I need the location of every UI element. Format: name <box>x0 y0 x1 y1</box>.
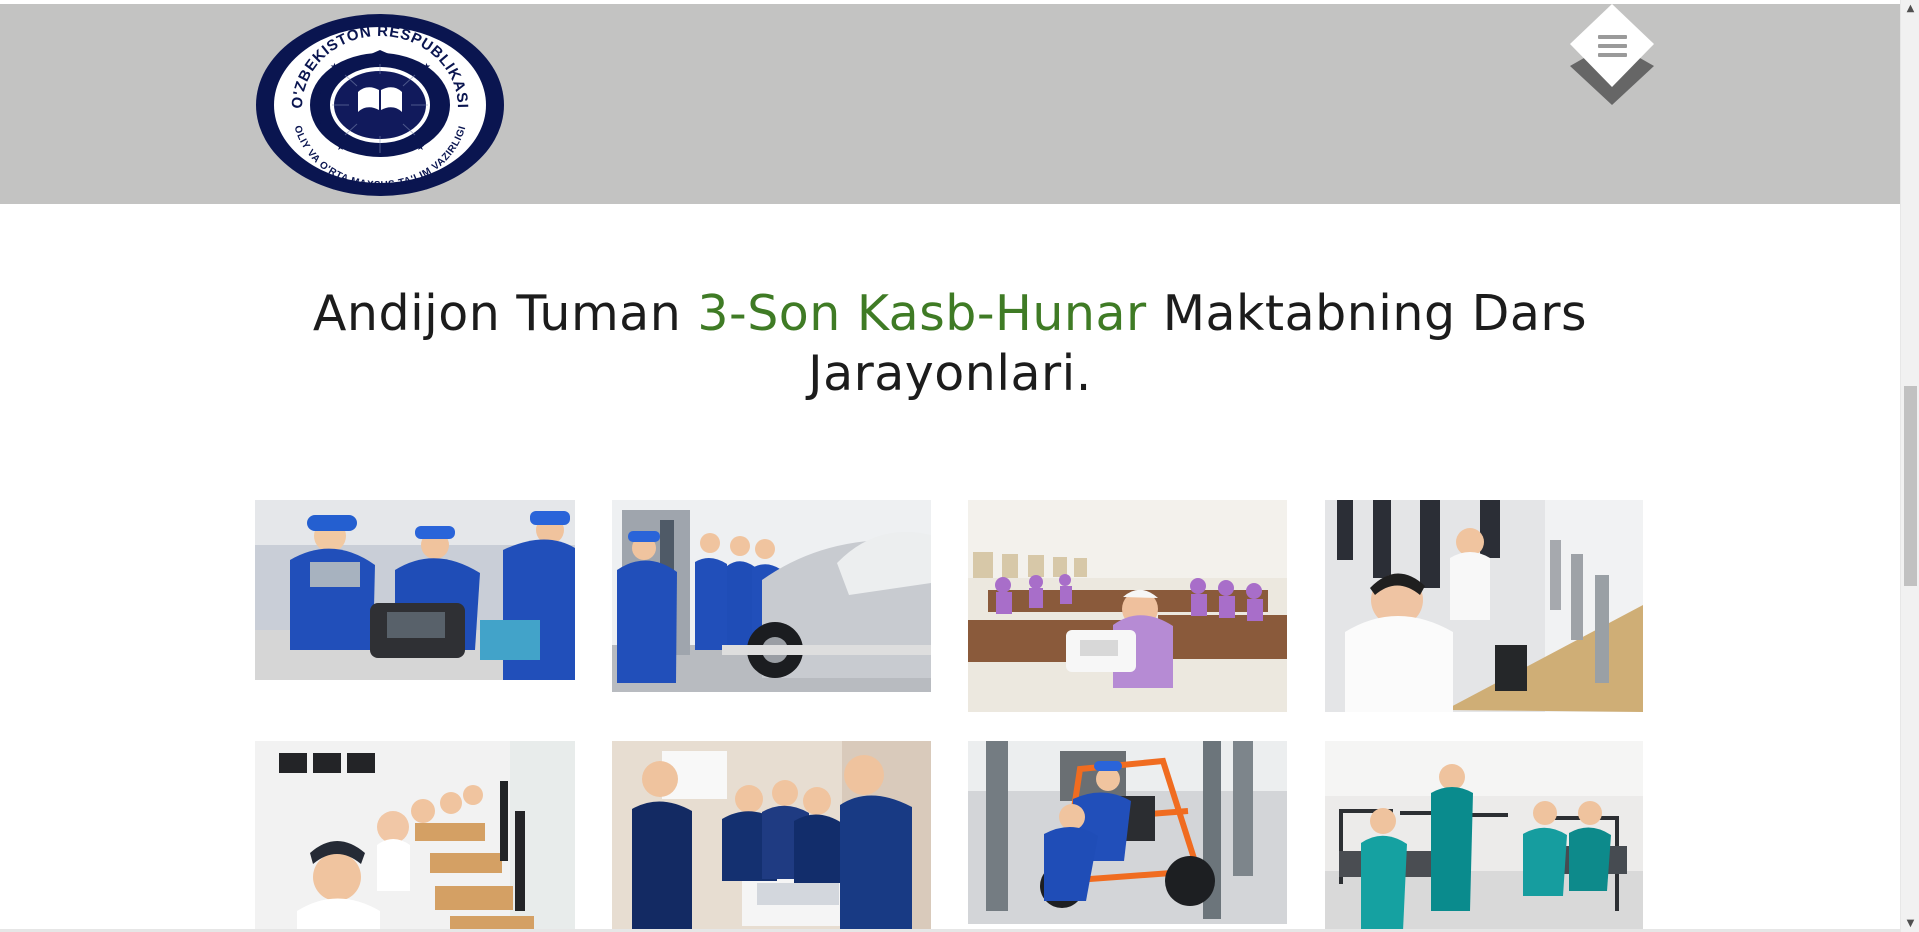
gallery-photo-auto-mechanics[interactable] <box>255 500 575 680</box>
go-kart-photo-icon <box>968 741 1287 924</box>
ministry-emblem: O'ZBEKISTON RESPUBLIKASI OLIY VA O'RTA M… <box>256 14 504 196</box>
scrollbar-thumb[interactable] <box>1904 386 1917 586</box>
computer-lab-photo-icon <box>1325 500 1643 712</box>
gallery-photo-car-inspection[interactable] <box>612 500 931 692</box>
svg-text:★: ★ <box>314 86 323 97</box>
ministry-logo[interactable]: O'ZBEKISTON RESPUBLIKASI OLIY VA O'RTA M… <box>254 12 506 198</box>
gallery-photo-sewing-class[interactable] <box>968 500 1287 712</box>
photo-gallery <box>0 204 1900 932</box>
sewing-photo-icon <box>968 500 1287 712</box>
hamburger-menu-icon <box>1598 35 1627 57</box>
scroll-up-arrow-icon[interactable]: ▲ <box>1901 0 1919 17</box>
menu-toggle-button[interactable] <box>1566 4 1658 108</box>
vertical-scrollbar[interactable]: ▲ ▼ <box>1900 0 1919 932</box>
laboratory-photo-icon <box>1325 741 1643 932</box>
electronics-photo-icon <box>612 741 931 932</box>
scroll-down-arrow-icon[interactable]: ▼ <box>1901 915 1919 932</box>
workshop-photo-icon <box>255 500 575 680</box>
svg-text:★: ★ <box>330 62 339 73</box>
svg-text:★: ★ <box>438 86 447 97</box>
page: O'ZBEKISTON RESPUBLIKASI OLIY VA O'RTA M… <box>0 0 1919 932</box>
gallery-photo-lab-students[interactable] <box>1325 741 1643 932</box>
gallery-photo-computer-lab-girls[interactable] <box>255 741 575 932</box>
svg-text:★: ★ <box>422 62 431 73</box>
gallery-photo-go-kart-workshop[interactable] <box>968 741 1287 924</box>
gallery-photo-electronics-workshop[interactable] <box>612 741 931 932</box>
site-header: O'ZBEKISTON RESPUBLIKASI OLIY VA O'RTA M… <box>0 4 1900 204</box>
main-content: Andijon Tuman 3-Son Kasb-Hunar Maktabnin… <box>0 204 1900 932</box>
svg-text:★: ★ <box>416 142 425 153</box>
svg-text:★: ★ <box>438 116 447 127</box>
svg-text:★: ★ <box>314 116 323 127</box>
gallery-photo-computer-lab-boys[interactable] <box>1325 500 1643 712</box>
car-photo-icon <box>612 500 931 692</box>
computer-class-photo-icon <box>255 741 575 932</box>
svg-text:★: ★ <box>336 142 345 153</box>
